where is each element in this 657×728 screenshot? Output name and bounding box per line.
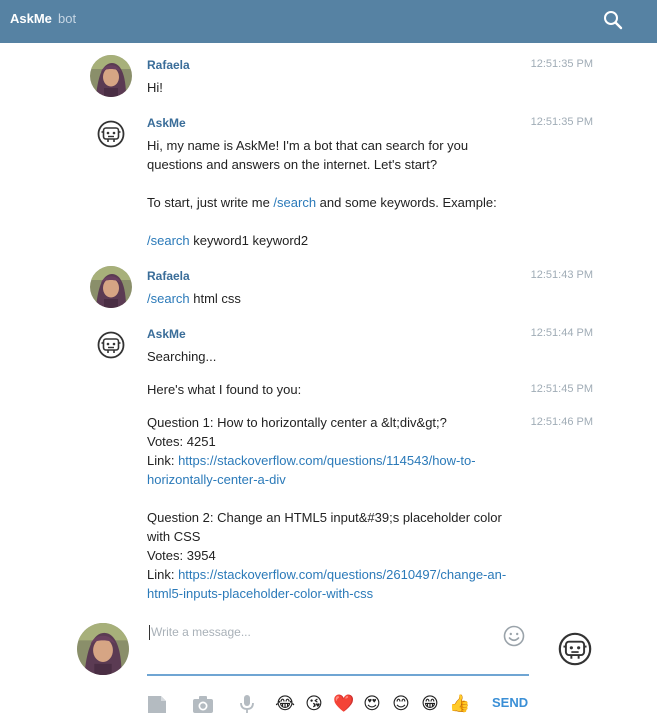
header-bar: AskMe bot: [0, 0, 657, 43]
question-link[interactable]: https://stackoverflow.com/questions/2610…: [178, 567, 506, 582]
sender-name[interactable]: Rafaela: [147, 269, 190, 283]
robot-icon[interactable]: [97, 120, 125, 148]
avatar[interactable]: [90, 55, 132, 97]
message-time: 12:51:35 PM: [530, 116, 593, 128]
question-link[interactable]: html5-inputs-placeholder-color-with-css: [147, 586, 373, 601]
smile-icon[interactable]: [503, 625, 525, 647]
camera-icon[interactable]: [192, 693, 214, 715]
message-placeholder: Write a message...: [151, 625, 251, 639]
robot-icon[interactable]: [97, 331, 125, 359]
message-text: Question 1: How to horizontally center a…: [147, 413, 527, 489]
emoji-button[interactable]: 😘: [304, 694, 324, 714]
message-fragment: To start, just write me: [147, 195, 274, 210]
message-input[interactable]: Write a message...: [147, 622, 529, 676]
message-text: Here's what I found to you:: [147, 382, 302, 397]
chat-title: AskMe: [10, 11, 52, 26]
command-link[interactable]: /search: [147, 233, 190, 248]
robot-icon[interactable]: [558, 632, 592, 666]
send-button[interactable]: SEND: [492, 695, 528, 710]
question-votes: Votes: 3954: [147, 548, 216, 563]
emoji-button[interactable]: ❤️: [333, 694, 354, 714]
question-link[interactable]: horizontally-center-a-div: [147, 472, 286, 487]
link-label: Link:: [147, 567, 179, 582]
message-text: /search html css: [147, 289, 527, 308]
message-fragment: html css: [189, 291, 241, 306]
message-line: Hi, my name is AskMe! I'm a bot that can…: [147, 138, 469, 153]
message-line: questions and answers on the internet. L…: [147, 157, 438, 172]
question-title: Question 1: How to horizontally center a…: [147, 415, 447, 430]
message-text: Question 2: Change an HTML5 input&#39;s …: [147, 508, 527, 603]
message-text: /search keyword1 keyword2: [147, 231, 527, 250]
search-icon[interactable]: [603, 10, 623, 30]
emoji-button[interactable]: 😁: [420, 694, 440, 714]
link-label: Link:: [147, 453, 179, 468]
emoji-button[interactable]: 😊: [391, 694, 411, 714]
message-text: To start, just write me /search and some…: [147, 193, 527, 212]
file-icon[interactable]: [146, 693, 168, 715]
question-title: Question 2: Change an HTML5 input&#39;s …: [147, 510, 502, 525]
question-votes: Votes: 4251: [147, 434, 216, 449]
message-fragment: and some keywords. Example:: [316, 195, 497, 210]
emoji-button[interactable]: 😍: [362, 694, 382, 714]
microphone-icon[interactable]: [236, 693, 258, 715]
question-title: with CSS: [147, 529, 201, 544]
message-text: Searching...: [147, 349, 217, 364]
message-text: Hi, my name is AskMe! I'm a bot that can…: [147, 136, 527, 174]
emoji-button[interactable]: 😂: [275, 694, 295, 714]
command-link[interactable]: /search: [147, 291, 190, 306]
text-caret: [149, 625, 150, 640]
message-fragment: keyword1 keyword2: [189, 233, 309, 248]
message-time: 12:51:45 PM: [530, 383, 593, 395]
avatar[interactable]: [90, 266, 132, 308]
sender-name[interactable]: Rafaela: [147, 58, 190, 72]
message-time: 12:51:43 PM: [530, 269, 593, 281]
my-avatar[interactable]: [77, 623, 129, 675]
message-time: 12:51:46 PM: [530, 416, 593, 428]
chat-subtitle: bot: [58, 11, 77, 26]
sender-name[interactable]: AskMe: [147, 116, 186, 130]
message-time: 12:51:35 PM: [530, 58, 593, 70]
command-link[interactable]: /search: [273, 195, 316, 210]
sender-name[interactable]: AskMe: [147, 327, 186, 341]
message-time: 12:51:44 PM: [530, 327, 593, 339]
question-link[interactable]: https://stackoverflow.com/questions/1145…: [178, 453, 475, 468]
message-text: Hi!: [147, 80, 163, 95]
emoji-button[interactable]: 👍: [449, 694, 470, 714]
